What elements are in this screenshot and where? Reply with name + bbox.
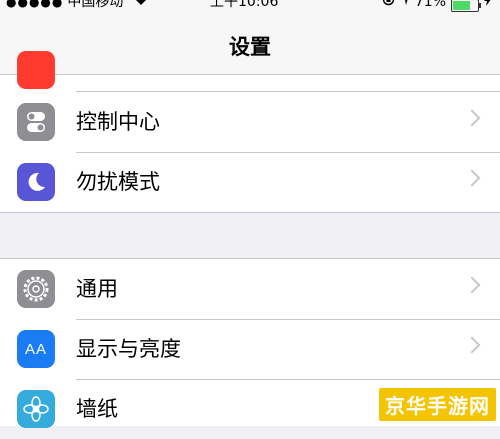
row-control-center[interactable]: 控制中心 — [0, 92, 500, 152]
chevron-right-icon — [463, 109, 481, 127]
control-center-icon — [17, 103, 55, 141]
chevron-right-icon — [463, 169, 481, 187]
gear-icon — [17, 270, 55, 308]
watermark: 京华手游网 — [379, 388, 496, 421]
row-label: 墙纸 — [76, 397, 118, 421]
icon-text: AA — [24, 340, 47, 358]
battery-percent: 71% — [414, 0, 446, 10]
row-label: 控制中心 — [76, 110, 160, 134]
row-general[interactable]: 通用 — [0, 259, 500, 319]
settings-group-1: 控制中心 勿扰模式 — [0, 51, 500, 213]
carrier-label: 中国移动 — [67, 0, 124, 10]
page-title: 设置 — [229, 35, 271, 59]
row-label: 勿扰模式 — [76, 170, 160, 194]
chevron-right-icon — [463, 276, 481, 294]
display-brightness-icon: AA — [17, 330, 55, 368]
location-icon — [400, 0, 410, 13]
row-label: 通用 — [76, 277, 118, 301]
charging-bolt-icon — [484, 0, 492, 13]
status-bar: ●●●●● 中国移动 上午10:06 71% — [0, 0, 500, 14]
status-right: 71% — [382, 0, 492, 13]
partially-hidden-row-icon — [17, 51, 55, 89]
navigation-bar: 设置 — [0, 14, 500, 75]
row-display-brightness[interactable]: AA 显示与亮度 — [0, 319, 500, 379]
chevron-right-icon — [463, 336, 481, 354]
status-time: 上午10:06 — [210, 0, 279, 10]
rotation-lock-icon — [382, 0, 395, 13]
battery-icon — [451, 0, 481, 12]
status-left: ●●●●● 中国移动 — [6, 0, 148, 13]
moon-icon — [17, 163, 55, 201]
wifi-icon — [129, 0, 147, 10]
signal-strength-icon: ●●●●● — [6, 0, 64, 9]
row-label: 显示与亮度 — [76, 337, 181, 361]
row-do-not-disturb[interactable]: 勿扰模式 — [0, 152, 500, 212]
wallpaper-flower-icon — [17, 390, 55, 428]
